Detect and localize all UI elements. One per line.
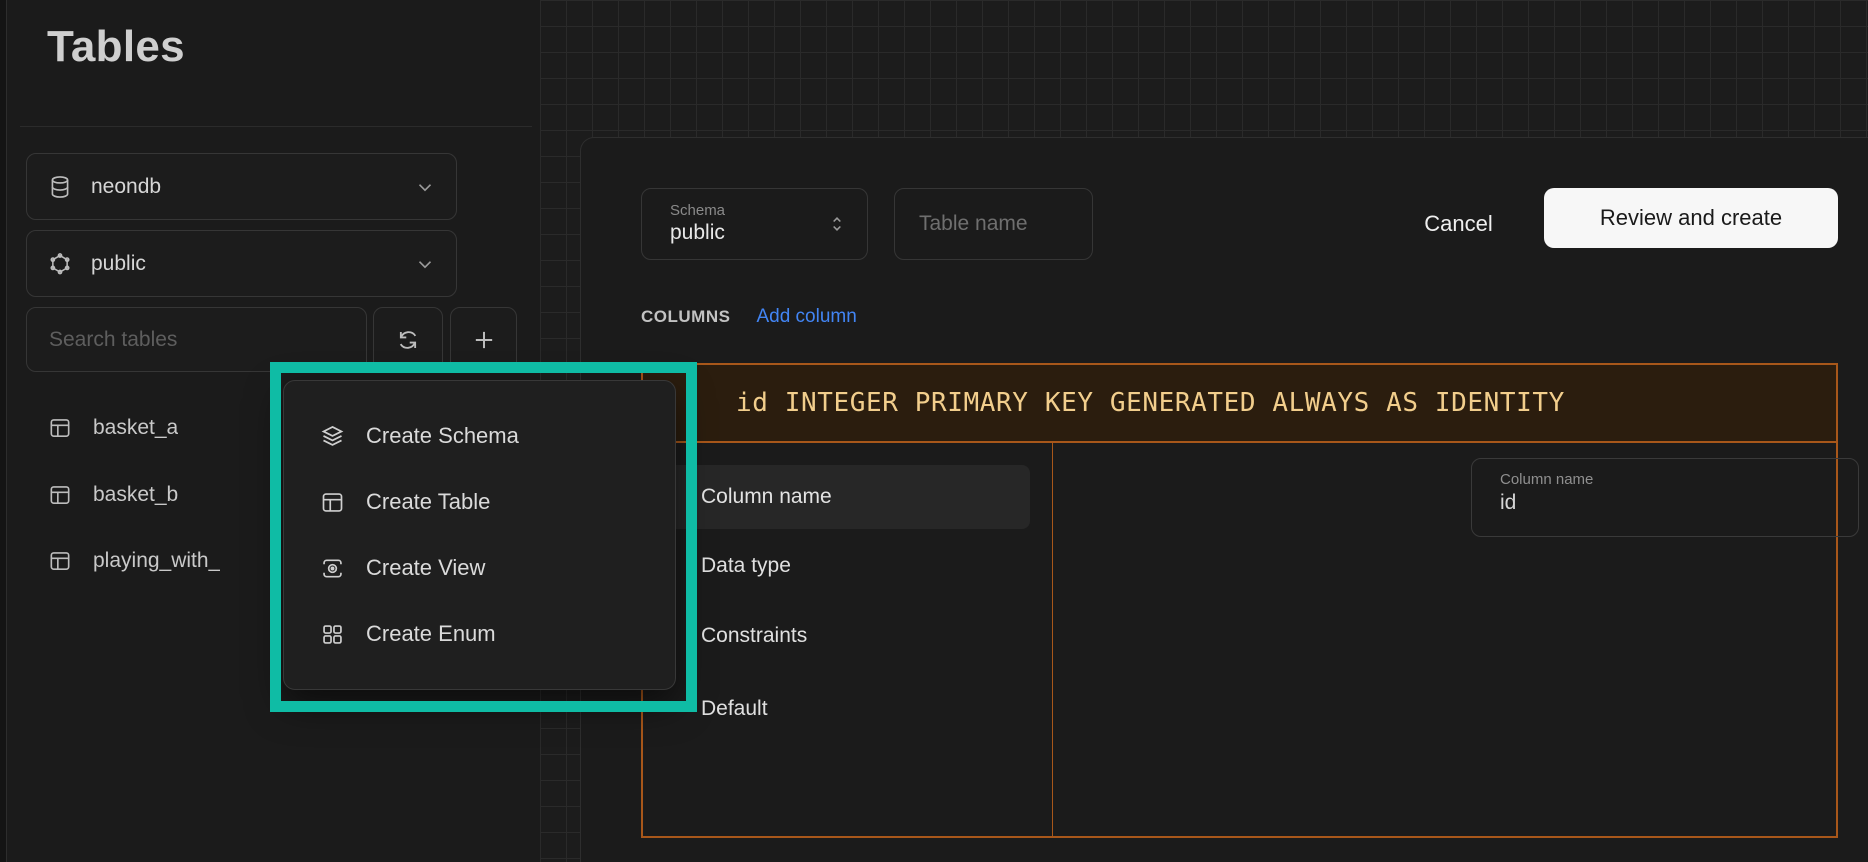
column-name-input[interactable] xyxy=(1500,489,1820,515)
menu-item-create-table[interactable]: Create Table xyxy=(284,469,675,535)
table-name: basket_a xyxy=(93,416,178,440)
menu-item-create-schema[interactable]: Create Schema xyxy=(284,403,675,469)
database-select[interactable]: neondb xyxy=(26,153,457,220)
layers-icon xyxy=(319,423,346,450)
database-icon xyxy=(47,174,73,200)
tab-constraints[interactable]: Constraints xyxy=(701,624,807,648)
editor-schema-select[interactable]: Schema public xyxy=(641,188,868,260)
table-icon xyxy=(319,489,346,516)
tab-data-type[interactable]: Data type xyxy=(701,554,791,578)
chevron-updown-icon xyxy=(827,214,847,234)
column-sql-row[interactable]: id INTEGER PRIMARY KEY GENERATED ALWAYS … xyxy=(641,363,1838,443)
menu-item-label: Create Schema xyxy=(366,423,519,449)
app-window: Tables neondb xyxy=(0,0,1868,862)
column-editor-tabs: Column name Data type Constraints Defaul… xyxy=(643,441,1053,836)
search-input[interactable] xyxy=(26,307,367,372)
refresh-icon xyxy=(395,327,421,353)
schema-field-label: Schema xyxy=(670,202,827,220)
menu-item-create-enum[interactable]: Create Enum xyxy=(284,601,675,667)
database-select-value: neondb xyxy=(91,175,396,199)
table-icon xyxy=(47,548,73,574)
table-name: playing_with_ xyxy=(93,549,220,573)
schema-icon xyxy=(47,251,73,277)
sidebar-divider xyxy=(20,126,532,127)
column-name-field[interactable]: Column name xyxy=(1471,458,1859,537)
plus-icon xyxy=(470,326,498,354)
column-editor-panel: Column name Data type Constraints Defaul… xyxy=(641,441,1838,838)
columns-header-row: COLUMNS Add column xyxy=(641,306,857,328)
sidebar-left-edge xyxy=(0,0,7,862)
create-menu: Create Schema Create Table Create View xyxy=(283,380,676,690)
schema-select[interactable]: public xyxy=(26,230,457,297)
columns-header: COLUMNS xyxy=(641,307,730,327)
chevron-down-icon xyxy=(414,176,436,198)
column-editor-detail: Column name xyxy=(1053,441,1836,836)
table-icon xyxy=(47,482,73,508)
menu-item-label: Create Enum xyxy=(366,621,496,647)
page-title: Tables xyxy=(47,22,185,72)
schema-select-value: public xyxy=(91,252,396,276)
view-icon xyxy=(319,555,346,582)
table-name: basket_b xyxy=(93,483,178,507)
refresh-button[interactable] xyxy=(373,307,443,372)
table-name-input[interactable] xyxy=(894,188,1093,260)
cancel-button[interactable]: Cancel xyxy=(1401,200,1516,248)
enum-icon xyxy=(319,621,346,648)
create-table-drawer: Schema public Cancel Review and create C… xyxy=(580,137,1868,862)
add-column-link[interactable]: Add column xyxy=(756,306,856,328)
table-icon xyxy=(47,415,73,441)
column-name-field-label: Column name xyxy=(1500,471,1858,489)
schema-field-value: public xyxy=(670,220,827,246)
chevron-down-icon xyxy=(414,253,436,275)
tab-default[interactable]: Default xyxy=(701,697,768,721)
review-and-create-button[interactable]: Review and create xyxy=(1544,188,1838,248)
menu-item-label: Create View xyxy=(366,555,485,581)
column-sql-text: id INTEGER PRIMARY KEY GENERATED ALWAYS … xyxy=(736,388,1565,418)
menu-item-create-view[interactable]: Create View xyxy=(284,535,675,601)
menu-item-label: Create Table xyxy=(366,489,490,515)
add-button[interactable] xyxy=(450,307,517,372)
tab-column-name[interactable]: Column name xyxy=(661,465,1030,529)
